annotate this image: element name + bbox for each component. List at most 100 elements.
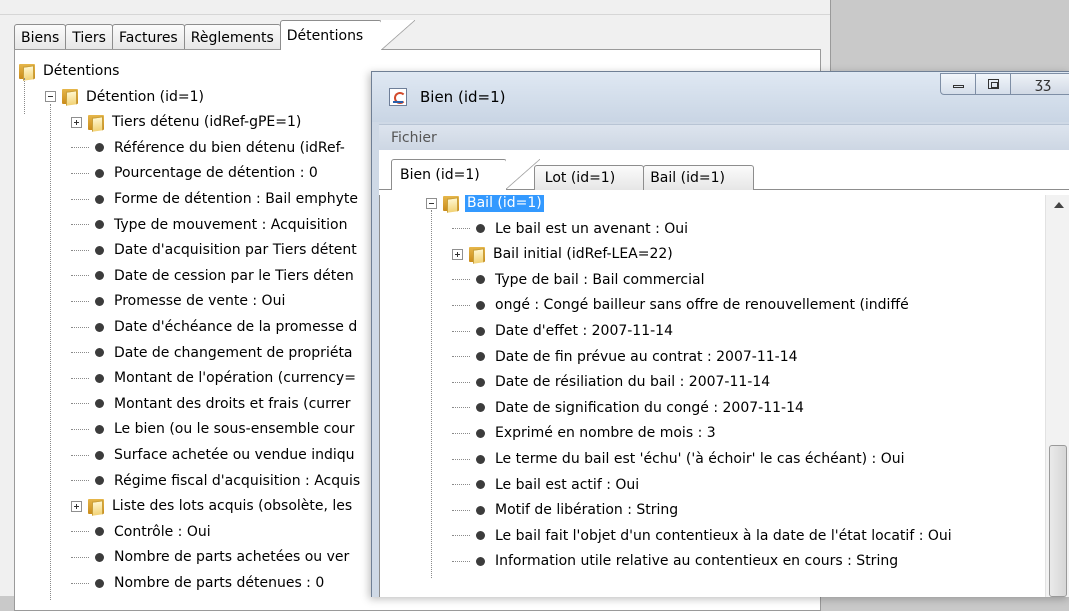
tab-factures[interactable]: Factures <box>111 24 185 50</box>
tree-leaf-node[interactable]: Nombre de parts achetées ou ver <box>71 544 351 570</box>
bien-dialog: Bien (id=1) ʒʒ Fichier Bien (id=1) Lot (… <box>371 71 1069 597</box>
tree-leaf-node[interactable]: Régime fiscal d'acquisition : Acquis <box>71 468 362 494</box>
tree-connector <box>71 556 89 558</box>
tree-leaf-node[interactable]: Promesse de vente : Oui <box>71 288 287 314</box>
tree-node-label: Promesse de vente : Oui <box>114 293 286 310</box>
window-top-strip <box>0 0 830 15</box>
tree-leaf-node[interactable]: Date de résiliation du bail : 2007-11-14 <box>452 369 772 395</box>
tab-biens[interactable]: Biens <box>14 24 67 50</box>
tree-node-label: Bail (id=1) <box>465 195 544 212</box>
tree-node-label: Forme de détention : Bail emphyte <box>114 191 359 207</box>
leaf-bullet-icon <box>95 245 104 255</box>
tree-leaf-node[interactable]: Date d'acquisition par Tiers détent <box>71 237 359 263</box>
tree-node-label: Le bail est un avenant : Oui <box>495 220 689 237</box>
tree-node-label: Référence du bien détenu (idRef- <box>114 139 345 156</box>
tree-connector <box>452 304 470 306</box>
tree-leaf-node[interactable]: Surface achetée ou vendue indiqu <box>71 442 357 468</box>
tree-node-label: Montant de l'opération (currency= <box>114 370 356 387</box>
dialog-titlebar[interactable]: Bien (id=1) ʒʒ <box>372 72 1069 122</box>
tree-folder-node[interactable]: Liste des lots acquis (obsolète, les <box>71 493 354 519</box>
menu-fichier[interactable]: Fichier <box>391 130 437 146</box>
tree-leaf-node[interactable]: Date de changement de propriéta <box>71 340 355 366</box>
tree-leaf-node[interactable]: Date d'effet : 2007-11-14 <box>452 318 675 344</box>
close-button[interactable]: ʒʒ <box>1010 73 1069 95</box>
tree-folder-node[interactable]: Tiers détenu (idRef-gPE=1) <box>71 109 303 135</box>
vertical-scrollbar[interactable] <box>1045 195 1069 597</box>
tree-leaf-node[interactable]: Montant de l'opération (currency= <box>71 365 358 391</box>
tree-leaf-node[interactable]: ongé : Congé bailleur sans offre de reno… <box>452 292 911 318</box>
tree-connector <box>452 560 470 562</box>
tree-node-label: Date d'acquisition par Tiers détent <box>114 242 357 259</box>
folder-icon <box>62 88 80 105</box>
tree-connector <box>71 352 89 354</box>
tree-leaf-node[interactable]: Type de bail : Bail commercial <box>452 267 707 293</box>
tree-connector <box>71 377 89 379</box>
tree-leaf-node[interactable]: Le bail fait l'objet d'un contentieux à … <box>452 523 954 549</box>
tree-node-label: Contrôle : Oui <box>114 523 211 540</box>
tree-leaf-node[interactable]: Pourcentage de détention : 0 <box>71 160 320 186</box>
tree-leaf-node[interactable]: Date de cession par le Tiers déten <box>71 263 356 289</box>
collapse-minus-icon[interactable] <box>45 91 56 103</box>
tree-leaf-node[interactable]: Motif de libération : String <box>452 497 680 523</box>
tree-leaf-node[interactable]: Le bail est actif : Oui <box>452 472 641 498</box>
expand-plus-icon[interactable] <box>71 116 82 128</box>
tree-leaf-node[interactable]: Information utile relative au contentieu… <box>452 548 900 574</box>
tab-bail[interactable]: Bail (id=1) <box>643 165 754 190</box>
tree-leaf-node[interactable]: Date d'échéance de la promesse d <box>71 314 359 340</box>
tree-node-label: Date d'échéance de la promesse d <box>114 319 358 335</box>
leaf-bullet-icon <box>476 480 485 490</box>
tree-connector <box>71 300 89 302</box>
tree-leaf-node[interactable]: Exprimé en nombre de mois : 3 <box>452 420 718 446</box>
minimize-icon <box>953 85 964 88</box>
tree-leaf-node[interactable]: Date de signification du congé : 2007-11… <box>452 395 806 421</box>
tree-folder-node[interactable]: Détention (id=1) <box>45 84 206 110</box>
tab-detentions[interactable]: Détentions <box>279 20 416 50</box>
tree-connector <box>452 407 470 409</box>
tab-lot[interactable]: Lot (id=1) <box>533 165 645 190</box>
tree-leaf-node[interactable]: Contrôle : Oui <box>71 519 213 545</box>
leaf-bullet-icon <box>95 348 104 358</box>
tree-leaf-node[interactable]: Référence du bien détenu (idRef- <box>71 135 347 161</box>
tree-leaf-node[interactable]: Montant des droits et frais (currer <box>71 391 352 417</box>
scrollbar-thumb[interactable] <box>1049 445 1067 597</box>
tree-leaf-node[interactable]: Le bien (ou le sous-ensemble cour <box>71 416 356 442</box>
tree-leaf-node[interactable]: Type de mouvement : Acquisition <box>71 212 349 238</box>
tree-node-label: Date de résiliation du bail : 2007-11-14 <box>495 374 771 391</box>
tree-connector <box>452 228 470 230</box>
leaf-bullet-icon <box>95 424 104 434</box>
tab-reglements[interactable]: Règlements <box>183 24 281 50</box>
tree-leaf-node[interactable]: Date de fin prévue au contrat : 2007-11-… <box>452 344 800 370</box>
expand-plus-icon[interactable] <box>452 248 463 260</box>
tree-node-label: Le bien (ou le sous-ensemble cour <box>114 421 355 438</box>
tree-leaf-node[interactable]: Le bail est un avenant : Oui <box>452 216 690 242</box>
tree-folder-node[interactable]: Bail (id=1) <box>426 195 544 216</box>
tree-node-label: ongé : Congé bailleur sans offre de reno… <box>495 297 909 314</box>
tree-connector <box>452 432 470 434</box>
maximize-button[interactable] <box>975 73 1011 95</box>
expand-plus-icon[interactable] <box>71 500 82 512</box>
tree-connector <box>452 484 470 486</box>
tree-connector <box>452 279 470 281</box>
tree-folder-node[interactable]: Bail initial (idRef-LEA=22) <box>452 241 675 267</box>
tree-leaf-node[interactable]: Le terme du bail est 'échu' ('à échoir' … <box>452 446 907 472</box>
tree-folder-node[interactable]: Détentions <box>19 58 121 84</box>
tab-tiers[interactable]: Tiers <box>65 24 113 50</box>
maximize-icon <box>988 79 999 89</box>
leaf-bullet-icon <box>476 428 485 438</box>
minimize-button[interactable] <box>940 73 976 95</box>
collapse-minus-icon[interactable] <box>426 197 437 209</box>
folder-icon <box>88 498 106 515</box>
tree-guide-line <box>24 78 25 114</box>
tree-leaf-node[interactable]: Nombre de parts détenues : 0 <box>71 570 326 596</box>
close-icon: ʒʒ <box>1035 76 1052 92</box>
tree-node-label: Tiers détenu (idRef-gPE=1) <box>112 114 302 131</box>
window-controls: ʒʒ <box>940 73 1069 95</box>
tree-node-label: Date de changement de propriéta <box>114 344 353 361</box>
dialog-menubar: Fichier <box>379 124 1069 151</box>
tree-leaf-node[interactable]: Forme de détention : Bail emphyte <box>71 186 360 212</box>
tab-bien[interactable]: Bien (id=1) <box>391 159 540 190</box>
scroll-up-arrow-icon[interactable] <box>1054 202 1064 208</box>
tree-node-label: Le terme du bail est 'échu' ('à échoir' … <box>495 451 905 467</box>
leaf-bullet-icon <box>476 275 485 285</box>
tree-connector <box>71 172 89 174</box>
